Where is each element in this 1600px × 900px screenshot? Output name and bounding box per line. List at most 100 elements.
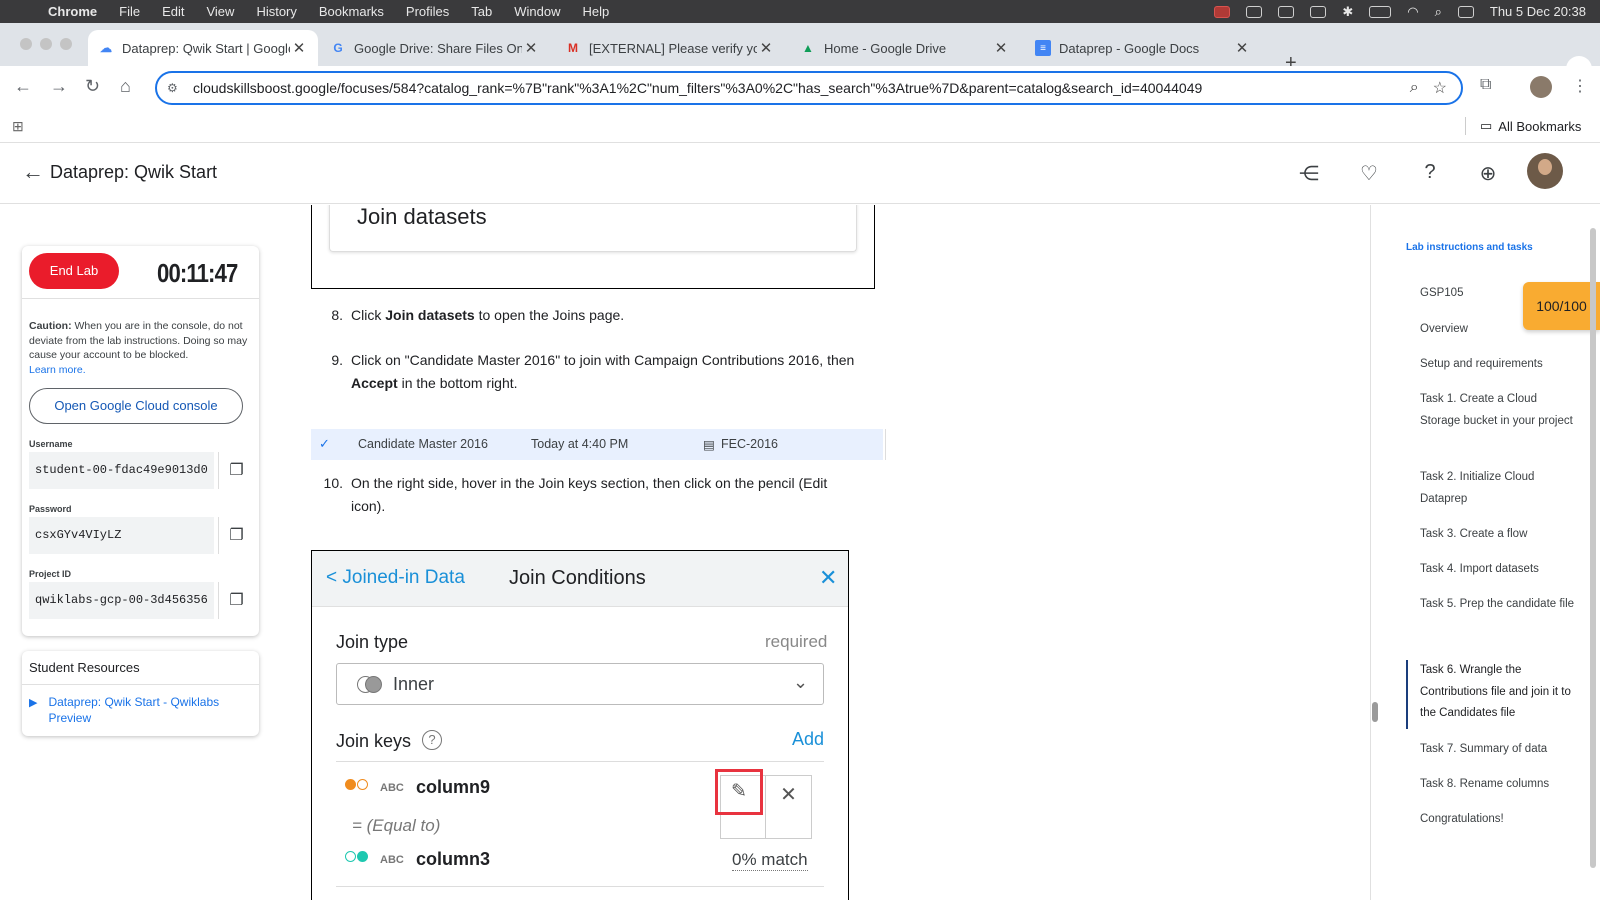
end-lab-button[interactable]: End Lab bbox=[29, 253, 119, 289]
menu-edit[interactable]: Edit bbox=[162, 4, 184, 19]
type-abc-label: ABC bbox=[380, 854, 404, 866]
open-console-button[interactable]: Open Google Cloud console bbox=[29, 388, 243, 424]
content-scrollbar-thumb[interactable] bbox=[1372, 702, 1378, 722]
dataset-row: ✓ Candidate Master 2016 Today at 4:40 PM… bbox=[311, 429, 886, 460]
add-key-link: Add bbox=[792, 729, 825, 749]
status-sync-icon[interactable] bbox=[1278, 5, 1295, 18]
toc-item-task2[interactable]: Task 2. Initialize Cloud Dataprep bbox=[1420, 467, 1575, 510]
match-percentage: 0% match bbox=[732, 850, 808, 871]
copy-username-icon[interactable]: ❐ bbox=[218, 452, 254, 489]
resource-link[interactable]: ▶ Dataprep: Qwik Start - Qwiklabs Previe… bbox=[29, 694, 244, 726]
page-header: ← Dataprep: Qwik Start ⋲ ♡ ? ⊕ bbox=[0, 143, 1600, 204]
bookmarks-bar: ⊞ ▭ All Bookmarks bbox=[0, 109, 1600, 143]
heart-icon[interactable]: ♡ bbox=[1357, 161, 1381, 186]
close-tab-icon[interactable]: ✕ bbox=[290, 39, 308, 57]
close-tab-icon[interactable]: ✕ bbox=[757, 39, 775, 57]
site-info-icon[interactable]: ⚙ bbox=[167, 81, 185, 95]
column-target-dots-icon bbox=[345, 851, 371, 863]
gmail-icon: M bbox=[568, 41, 578, 55]
tab-title: [EXTERNAL] Please verify yo bbox=[589, 40, 757, 56]
forward-arrow-icon[interactable]: → bbox=[50, 76, 68, 97]
join-conditions-screenshot: < Joined-in Data Join Conditions ✕ Join … bbox=[311, 550, 849, 900]
close-tab-icon[interactable]: ✕ bbox=[522, 39, 540, 57]
bookmark-star-icon[interactable]: ☆ bbox=[1433, 78, 1447, 98]
apps-grid-icon[interactable]: ⊞ bbox=[12, 118, 24, 135]
step-text: Click on "Candidate Master 2016" to join… bbox=[351, 349, 901, 395]
toc-scrollbar[interactable] bbox=[1590, 228, 1596, 868]
project-id-field[interactable]: qwiklabs-gcp-00-3d456356 bbox=[29, 582, 214, 619]
copy-password-icon[interactable]: ❐ bbox=[218, 517, 254, 554]
video-icon: ▶ bbox=[29, 697, 38, 709]
close-tab-icon[interactable]: ✕ bbox=[1233, 39, 1251, 57]
menu-history[interactable]: History bbox=[256, 4, 296, 19]
close-tab-icon[interactable]: ✕ bbox=[992, 39, 1010, 57]
toc-item-task8[interactable]: Task 8. Rename columns bbox=[1420, 774, 1575, 796]
back-arrow-icon[interactable]: ← bbox=[22, 159, 44, 185]
reload-icon[interactable]: ↻ bbox=[85, 76, 100, 97]
globe-icon[interactable]: ⊕ bbox=[1476, 161, 1500, 186]
menu-bookmarks[interactable]: Bookmarks bbox=[319, 4, 384, 19]
toc-item-task4[interactable]: Task 4. Import datasets bbox=[1420, 559, 1575, 581]
bluetooth-icon[interactable]: ✱ bbox=[1342, 4, 1353, 20]
menu-tab[interactable]: Tab bbox=[471, 4, 492, 19]
status-app-icon[interactable] bbox=[1214, 5, 1231, 18]
toc-item-task5[interactable]: Task 5. Prep the candidate file bbox=[1420, 594, 1575, 616]
step9-text-post: in the bottom right. bbox=[397, 375, 518, 391]
help-icon[interactable]: ? bbox=[1418, 161, 1442, 184]
type-abc-label: ABC bbox=[380, 782, 404, 794]
back-arrow-icon[interactable]: ← bbox=[14, 76, 32, 97]
toc-item-task6[interactable]: Task 6. Wrangle the Contributions file a… bbox=[1420, 660, 1575, 725]
spotlight-search-icon[interactable]: ⌕ bbox=[1435, 4, 1442, 20]
share-icon[interactable]: ⋲ bbox=[1297, 161, 1321, 186]
control-center-icon[interactable] bbox=[1457, 5, 1474, 18]
toc-item-congratulations[interactable]: Congratulations! bbox=[1420, 809, 1575, 831]
tab-home-google-drive[interactable]: ▲ Home - Google Drive ✕ bbox=[790, 30, 1020, 66]
battery-icon[interactable] bbox=[1369, 5, 1392, 18]
close-window-icon[interactable] bbox=[20, 38, 32, 50]
toc-item-setup[interactable]: Setup and requirements bbox=[1420, 354, 1575, 376]
menu-file[interactable]: File bbox=[119, 4, 140, 19]
divider bbox=[22, 298, 259, 299]
address-bar[interactable]: ⚙ cloudskillsboost.google/focuses/584?ca… bbox=[155, 71, 1463, 105]
step9-line1: Click on "Candidate Master 2016" to join… bbox=[351, 352, 855, 368]
status-cloud-icon[interactable] bbox=[1246, 5, 1263, 18]
tab-external-verify[interactable]: M [EXTERNAL] Please verify yo ✕ bbox=[555, 30, 785, 66]
username-field[interactable]: student-00-fdac49e9013d0 bbox=[29, 452, 214, 489]
copy-project-id-icon[interactable]: ❐ bbox=[218, 582, 254, 619]
extensions-icon[interactable]: ⧉ bbox=[1480, 76, 1491, 94]
avatar[interactable] bbox=[1527, 153, 1563, 189]
all-bookmarks-button[interactable]: ▭ All Bookmarks bbox=[1480, 118, 1581, 134]
url-text[interactable]: cloudskillsboost.google/focuses/584?cata… bbox=[193, 80, 1410, 96]
learn-more-link[interactable]: Learn more. bbox=[29, 364, 86, 376]
status-key-icon[interactable] bbox=[1310, 5, 1327, 18]
password-field[interactable]: csxGYv4VIyLZ bbox=[29, 517, 214, 554]
zoom-icon[interactable]: ⌕ bbox=[1410, 79, 1419, 97]
profile-avatar-small[interactable] bbox=[1530, 76, 1552, 98]
menu-view[interactable]: View bbox=[206, 4, 234, 19]
toc-item-task7[interactable]: Task 7. Summary of data bbox=[1420, 739, 1575, 761]
minimize-window-icon[interactable] bbox=[40, 38, 52, 50]
join-type-select: Inner ⌄ bbox=[336, 663, 824, 705]
menu-help[interactable]: Help bbox=[583, 4, 610, 19]
chrome-menu-icon[interactable]: ⋮ bbox=[1572, 76, 1588, 96]
browser-toolbar: ← → ↻ ⌂ ⚙ cloudskillsboost.google/focuse… bbox=[0, 66, 1600, 109]
clock[interactable]: Thu 5 Dec 20:38 bbox=[1490, 4, 1586, 19]
menu-app-name[interactable]: Chrome bbox=[48, 4, 97, 19]
row-divider bbox=[885, 429, 886, 460]
menu-profiles[interactable]: Profiles bbox=[406, 4, 449, 19]
menu-window[interactable]: Window bbox=[514, 4, 560, 19]
home-icon[interactable]: ⌂ bbox=[120, 76, 131, 97]
caution-label: Caution: bbox=[29, 320, 72, 332]
toc-active-indicator bbox=[1406, 660, 1408, 729]
tab-dataprep-docs[interactable]: ≡ Dataprep - Google Docs ✕ bbox=[1025, 30, 1261, 66]
zoom-window-icon[interactable] bbox=[60, 38, 72, 50]
tab-dataprep-qwik-start[interactable]: ☁ Dataprep: Qwik Start | Google ✕ bbox=[88, 30, 318, 66]
venn-inner-icon bbox=[357, 676, 382, 693]
tab-google-drive-share[interactable]: G Google Drive: Share Files Onl ✕ bbox=[320, 30, 550, 66]
divider bbox=[22, 684, 259, 685]
toc-item-task1[interactable]: Task 1. Create a Cloud Storage bucket in… bbox=[1420, 389, 1575, 432]
wifi-icon[interactable]: ◠ bbox=[1407, 4, 1418, 20]
score-badge[interactable]: 100/100 bbox=[1523, 282, 1600, 330]
toc-item-task3[interactable]: Task 3. Create a flow bbox=[1420, 524, 1575, 546]
google-cloud-icon: ☁ bbox=[100, 41, 112, 55]
